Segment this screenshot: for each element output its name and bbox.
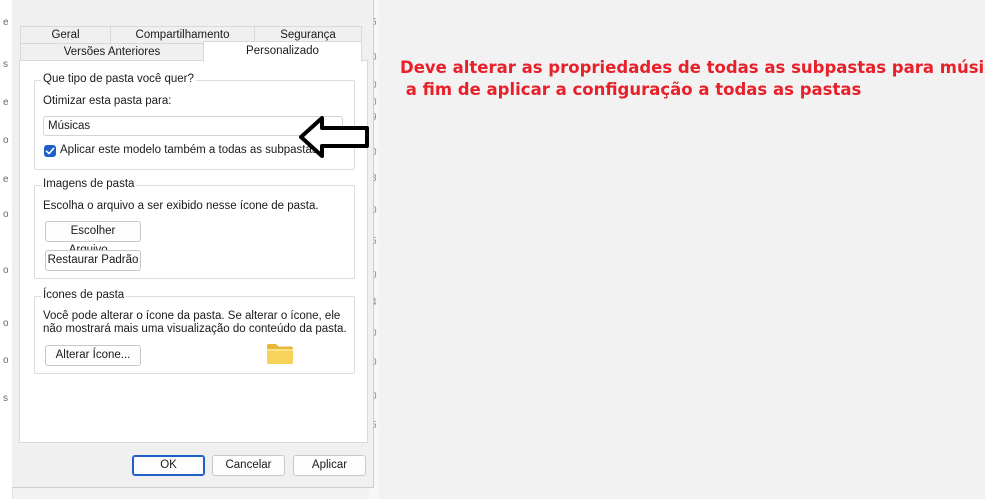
folder-icons-group: Ícones de pasta Você pode alterar o ícon… (34, 289, 355, 374)
ok-button[interactable]: OK (132, 455, 205, 476)
background-text-fragment: s (3, 393, 8, 404)
folder-preview-icon (267, 344, 293, 364)
folder-icons-description-line2: não mostrará mais uma visualização do co… (43, 323, 347, 335)
annotation-line-2: a fim de aplicar a configuração a todas … (400, 80, 862, 99)
folder-icons-description-line1: Você pode alterar o ícone da pasta. Se a… (43, 310, 341, 322)
folder-icons-group-title: Ícones de pasta (41, 289, 127, 301)
apply-subfolders-checkbox[interactable] (44, 145, 56, 157)
tab-geral[interactable]: Geral (20, 26, 111, 44)
cancel-button[interactable]: Cancelar (212, 455, 285, 476)
background-text-fragment: o (3, 135, 9, 146)
background-text-fragment: o (3, 265, 9, 276)
background-text-fragment: e (3, 174, 9, 185)
background-text-fragment: e (3, 97, 9, 108)
annotation-text: Deve alterar as propriedades de todas as… (400, 57, 985, 101)
folder-type-group-title: Que tipo de pasta você quer? (41, 73, 196, 85)
optimize-for-label: Otimizar esta pasta para: (43, 95, 172, 107)
apply-button[interactable]: Aplicar (293, 455, 366, 476)
apply-subfolders-label[interactable]: Aplicar este modelo também a todas as su… (60, 144, 318, 156)
background-text-fragment: s (3, 59, 8, 70)
background-text-fragment: o (3, 355, 9, 366)
folder-images-description: Escolha o arquivo a ser exibido nesse íc… (43, 200, 319, 212)
background-text-fragment: e (3, 17, 9, 28)
background-text-fragment: o (3, 209, 9, 220)
choose-file-button[interactable]: Escolher Arquivo... (45, 221, 141, 256)
tab-versoes-anteriores[interactable]: Versões Anteriores (20, 43, 204, 61)
tab-personalizado[interactable]: Personalizado (203, 41, 362, 62)
folder-images-group: Imagens de pasta Escolha o arquivo a ser… (34, 178, 355, 279)
checkmark-icon (45, 147, 55, 155)
folder-properties-dialog: Geral Compartilhamento Segurança Versões… (12, 0, 374, 488)
left-arrow-annotation-icon (299, 116, 369, 158)
annotation-line-1: Deve alterar as propriedades de todas as… (400, 58, 985, 77)
change-icon-button[interactable]: Alterar Ícone... (45, 345, 141, 366)
restore-default-button[interactable]: Restaurar Padrão (45, 250, 141, 271)
folder-images-group-title: Imagens de pasta (41, 178, 137, 190)
background-text-fragment: o (3, 318, 9, 329)
